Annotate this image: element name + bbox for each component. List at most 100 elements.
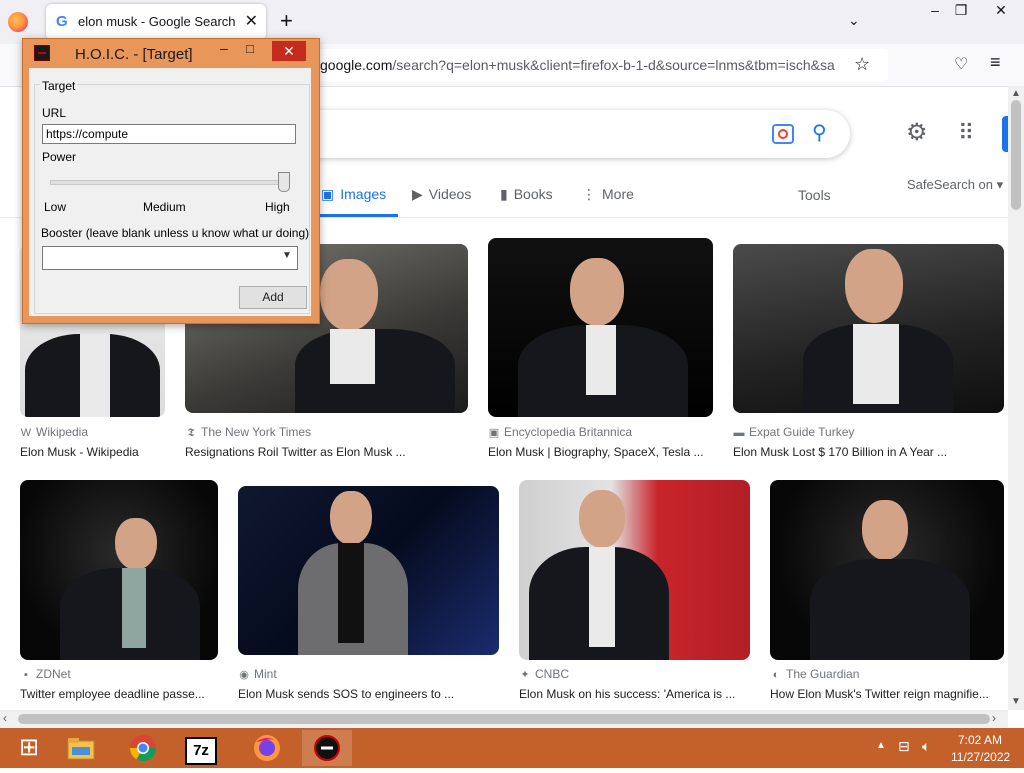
cnbc-icon: ✦ bbox=[520, 669, 530, 681]
images-icon: ▣ bbox=[321, 186, 335, 202]
person-figure bbox=[810, 495, 970, 660]
scroll-right-arrow-icon[interactable]: › bbox=[992, 711, 996, 725]
chrome-icon[interactable] bbox=[118, 730, 168, 766]
dropdown-chevron-icon[interactable]: ▼ bbox=[282, 250, 292, 261]
tools-button[interactable]: Tools bbox=[798, 187, 831, 203]
google-apps-icon[interactable]: ⠿ bbox=[958, 120, 974, 146]
result-source[interactable]: ◐ The Guardian bbox=[770, 667, 860, 681]
tab-close-icon[interactable]: ✕ bbox=[245, 11, 258, 31]
power-slider-thumb[interactable] bbox=[278, 172, 290, 192]
url-text[interactable]: google.com/search?q=elon+musk&client=fir… bbox=[320, 57, 850, 73]
scroll-down-arrow-icon[interactable]: ▼ bbox=[1008, 696, 1024, 707]
power-slider-track[interactable] bbox=[50, 180, 290, 185]
result-source[interactable]: ✦ CNBC bbox=[519, 667, 569, 681]
7zip-icon-label: 7z bbox=[185, 737, 217, 765]
power-high-label: High bbox=[265, 200, 290, 214]
videos-icon: ▶ bbox=[412, 186, 423, 202]
result-caption[interactable]: Elon Musk sends SOS to engineers to ... bbox=[238, 687, 499, 701]
person-figure bbox=[803, 249, 953, 413]
result-image[interactable] bbox=[519, 480, 750, 660]
result-caption[interactable]: Elon Musk on his success: 'America is ..… bbox=[519, 687, 750, 701]
volume-icon[interactable]: 🔈︎ bbox=[922, 738, 930, 755]
hoic-window-title: H.O.I.C. - [Target] bbox=[75, 46, 193, 63]
tab-books-label: Books bbox=[513, 186, 553, 202]
browser-tab-active[interactable]: G elon musk - Google Search ✕ bbox=[46, 4, 266, 40]
hoic-taskbar-icon[interactable] bbox=[302, 730, 352, 766]
tab-more[interactable]: ⋮ More bbox=[582, 186, 634, 203]
target-url-input[interactable] bbox=[42, 124, 296, 144]
firefox-logo-icon[interactable] bbox=[8, 12, 28, 32]
menu-hamburger-icon[interactable]: ≡ bbox=[990, 52, 1001, 73]
result-caption[interactable]: How Elon Musk's Twitter reign magnifie..… bbox=[770, 687, 1004, 701]
result-source[interactable]: W Wikipedia bbox=[20, 425, 88, 439]
britannica-icon: ▣ bbox=[488, 427, 500, 439]
clock-date[interactable]: 11/27/2022 bbox=[951, 750, 1010, 764]
window-close-button[interactable]: ✕ bbox=[986, 2, 1016, 22]
clock-time[interactable]: 7:02 AM bbox=[958, 733, 1002, 747]
url-label: URL bbox=[42, 106, 67, 120]
wikipedia-icon: W bbox=[20, 427, 32, 439]
result-image[interactable] bbox=[770, 480, 1004, 660]
tab-list-chevron-icon[interactable]: ⌄ bbox=[848, 12, 860, 29]
firefox-icon[interactable] bbox=[242, 730, 292, 766]
tray-overflow-icon[interactable]: ▲ bbox=[876, 740, 886, 751]
mint-icon: ◉ bbox=[239, 669, 249, 681]
windows-start-icon[interactable]: ⊞ bbox=[4, 730, 54, 766]
result-caption[interactable]: Elon Musk - Wikipedia bbox=[20, 445, 165, 459]
power-medium-label: Medium bbox=[143, 200, 186, 214]
result-source[interactable]: ▣ Encyclopedia Britannica bbox=[488, 425, 632, 439]
result-caption[interactable]: Elon Musk | Biography, SpaceX, Tesla ... bbox=[488, 445, 713, 459]
new-tab-button[interactable]: + bbox=[280, 8, 293, 34]
tab-more-label: More bbox=[602, 186, 634, 202]
tab-books[interactable]: ▮ Books bbox=[500, 186, 553, 203]
more-icon: ⋮ bbox=[582, 186, 596, 202]
tab-images-label: Images bbox=[340, 186, 387, 202]
expat-guide-icon: ▬ bbox=[733, 427, 745, 439]
tab-title: elon musk - Google Search bbox=[78, 14, 236, 29]
result-source[interactable]: ▬ Expat Guide Turkey bbox=[733, 425, 855, 439]
vertical-scroll-thumb[interactable] bbox=[1011, 100, 1021, 210]
file-explorer-icon[interactable] bbox=[56, 730, 106, 766]
window-maximize-button[interactable]: ❐ bbox=[946, 2, 976, 22]
target-group-label: Target bbox=[40, 79, 78, 93]
hoic-minimize-button[interactable]: – bbox=[220, 40, 228, 56]
booster-select[interactable] bbox=[42, 246, 298, 270]
power-label: Power bbox=[42, 150, 77, 164]
nytimes-icon: 𝕿 bbox=[187, 427, 195, 439]
settings-gear-icon[interactable]: ⚙ bbox=[906, 118, 928, 147]
result-image[interactable] bbox=[238, 486, 499, 655]
tab-videos[interactable]: ▶ Videos bbox=[412, 186, 471, 203]
safesearch-toggle[interactable]: SafeSearch on ▾ bbox=[907, 177, 1003, 193]
add-button[interactable]: Add bbox=[239, 286, 307, 309]
person-figure bbox=[50, 510, 200, 660]
hoic-app-icon bbox=[34, 45, 50, 61]
scroll-up-arrow-icon[interactable]: ▲ bbox=[1008, 88, 1024, 99]
7zip-icon[interactable]: 7z bbox=[176, 730, 226, 766]
result-caption[interactable]: Twitter employee deadline passe... bbox=[20, 687, 218, 701]
zdnet-icon: ▪ bbox=[24, 669, 28, 681]
booster-label: Booster (leave blank unless u know what … bbox=[41, 226, 310, 240]
books-icon: ▮ bbox=[500, 186, 508, 202]
url-path: /search?q=elon+musk&client=firefox-b-1-d… bbox=[392, 57, 835, 73]
result-source[interactable]: 𝕿 The New York Times bbox=[185, 425, 311, 440]
scroll-left-arrow-icon[interactable]: ‹ bbox=[3, 711, 7, 725]
result-image[interactable] bbox=[20, 480, 218, 660]
person-figure bbox=[529, 485, 669, 660]
network-icon[interactable]: ⊟ bbox=[898, 738, 910, 755]
result-source[interactable]: ▪ ZDNet bbox=[20, 667, 71, 681]
hoic-maximize-button[interactable]: □ bbox=[246, 41, 254, 56]
bookmark-star-icon[interactable]: ☆ bbox=[854, 54, 870, 75]
tab-images[interactable]: ▣ Images bbox=[321, 186, 386, 203]
search-icon[interactable]: ⚲ bbox=[812, 120, 827, 145]
result-image[interactable] bbox=[488, 238, 713, 417]
result-caption[interactable]: Elon Musk Lost $ 170 Billion in A Year .… bbox=[733, 445, 1004, 459]
horizontal-scroll-thumb[interactable] bbox=[18, 714, 990, 724]
result-image[interactable] bbox=[733, 244, 1004, 413]
target-group-frame bbox=[34, 84, 310, 314]
result-source[interactable]: ◉ Mint bbox=[238, 667, 276, 681]
result-caption[interactable]: Resignations Roil Twitter as Elon Musk .… bbox=[185, 445, 468, 459]
google-lens-icon[interactable] bbox=[772, 124, 794, 144]
hoic-close-button[interactable]: ✕ bbox=[272, 41, 306, 61]
url-host: google.com bbox=[320, 57, 393, 73]
pocket-icon[interactable]: ♡ bbox=[954, 54, 968, 74]
